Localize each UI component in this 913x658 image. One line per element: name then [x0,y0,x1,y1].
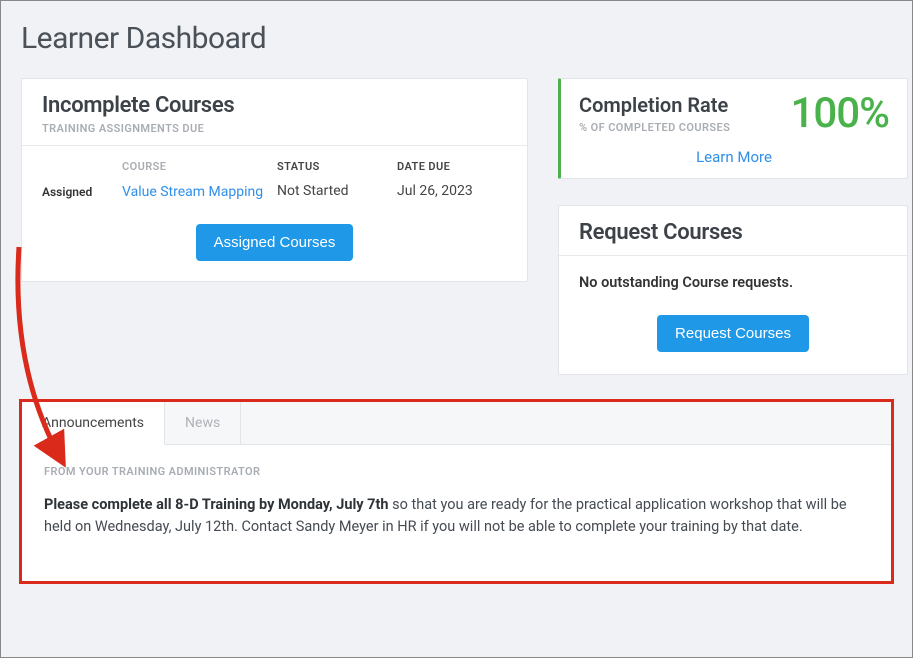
request-courses-button[interactable]: Request Courses [657,315,809,352]
completion-value: 100% [790,93,889,135]
learn-more-link[interactable]: Learn More [696,148,772,166]
announcement-bold: Please complete all 8-D Training by Mond… [44,496,389,513]
completion-title: Completion Rate [579,93,730,117]
announcement-text: Please complete all 8-D Training by Mond… [44,494,869,539]
request-title: Request Courses [579,220,887,245]
col-date-header: DATE DUE [397,160,507,173]
tab-news[interactable]: News [165,402,241,444]
incomplete-title: Incomplete Courses [42,93,507,118]
incomplete-subtitle: TRAINING ASSIGNMENTS DUE [42,122,507,135]
page-title: Learner Dashboard [21,21,892,56]
assigned-badge: Assigned [42,183,122,199]
course-link[interactable]: Value Stream Mapping [122,184,263,200]
incomplete-courses-card: Incomplete Courses TRAINING ASSIGNMENTS … [21,78,528,282]
table-row: Assigned Value Stream Mapping Not Starte… [42,183,507,202]
request-body: No outstanding Course requests. [559,255,907,297]
completion-subtitle: % OF COMPLETED COURSES [579,121,730,134]
announcements-section: Announcements News FROM YOUR TRAINING AD… [21,401,892,582]
status-cell: Not Started [277,183,397,199]
request-courses-card: Request Courses No outstanding Course re… [558,205,908,375]
date-cell: Jul 26, 2023 [397,183,507,199]
announcements-subtitle: FROM YOUR TRAINING ADMINISTRATOR [44,465,869,478]
col-course-header: COURSE [122,160,277,173]
table-header: COURSE STATUS DATE DUE [42,160,507,173]
col-status-header: STATUS [277,160,397,173]
assigned-courses-button[interactable]: Assigned Courses [196,224,354,261]
completion-rate-card: Completion Rate % OF COMPLETED COURSES 1… [558,78,908,179]
tab-announcements[interactable]: Announcements [22,402,165,445]
